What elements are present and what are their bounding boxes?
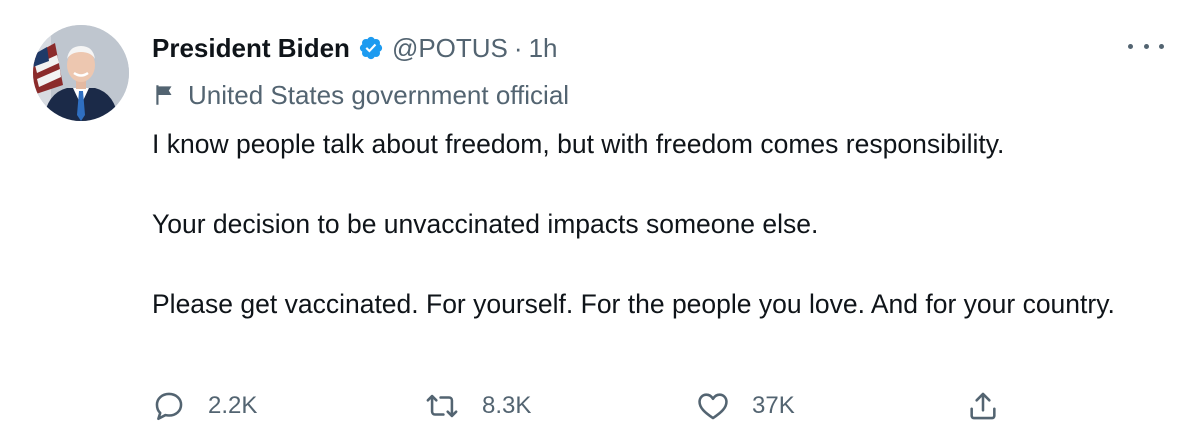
account-label[interactable]: United States government official: [152, 76, 569, 114]
verified-badge-icon: [358, 35, 384, 61]
like-button[interactable]: 37K: [696, 384, 795, 428]
tweet-paragraph: Your decision to be unvaccinated impacts…: [152, 209, 819, 239]
tweet-header: President Biden @POTUS · 1h: [152, 28, 558, 68]
author-name[interactable]: President Biden: [152, 33, 350, 64]
retweet-icon: [424, 389, 460, 423]
like-count: 37K: [752, 392, 795, 419]
action-bar: 2.2K 8.3K 37K: [152, 384, 1162, 428]
reply-count: 2.2K: [208, 392, 258, 419]
heart-icon: [696, 389, 730, 423]
share-icon: [966, 389, 1000, 423]
share-button[interactable]: [966, 384, 1000, 428]
label-text: United States government official: [188, 79, 570, 110]
tweet-card[interactable]: President Biden @POTUS · 1h United State…: [0, 0, 1194, 448]
timestamp[interactable]: 1h: [529, 33, 558, 64]
retweet-button[interactable]: 8.3K: [424, 384, 531, 428]
more-dots-icon[interactable]: [1128, 36, 1164, 56]
avatar-photo: [33, 25, 129, 121]
avatar[interactable]: [33, 25, 129, 121]
tweet-body: I know people talk about freedom, but wi…: [152, 124, 1162, 324]
tweet-paragraph: Please get vaccinated. For yourself. For…: [152, 289, 1115, 319]
retweet-count: 8.3K: [482, 392, 532, 419]
reply-icon: [152, 389, 186, 423]
flag-icon: [152, 82, 178, 108]
tweet-paragraph: I know people talk about freedom, but wi…: [152, 129, 1005, 159]
author-handle[interactable]: @POTUS: [392, 33, 508, 64]
reply-button[interactable]: 2.2K: [152, 384, 257, 428]
separator-dot: ·: [513, 32, 523, 63]
